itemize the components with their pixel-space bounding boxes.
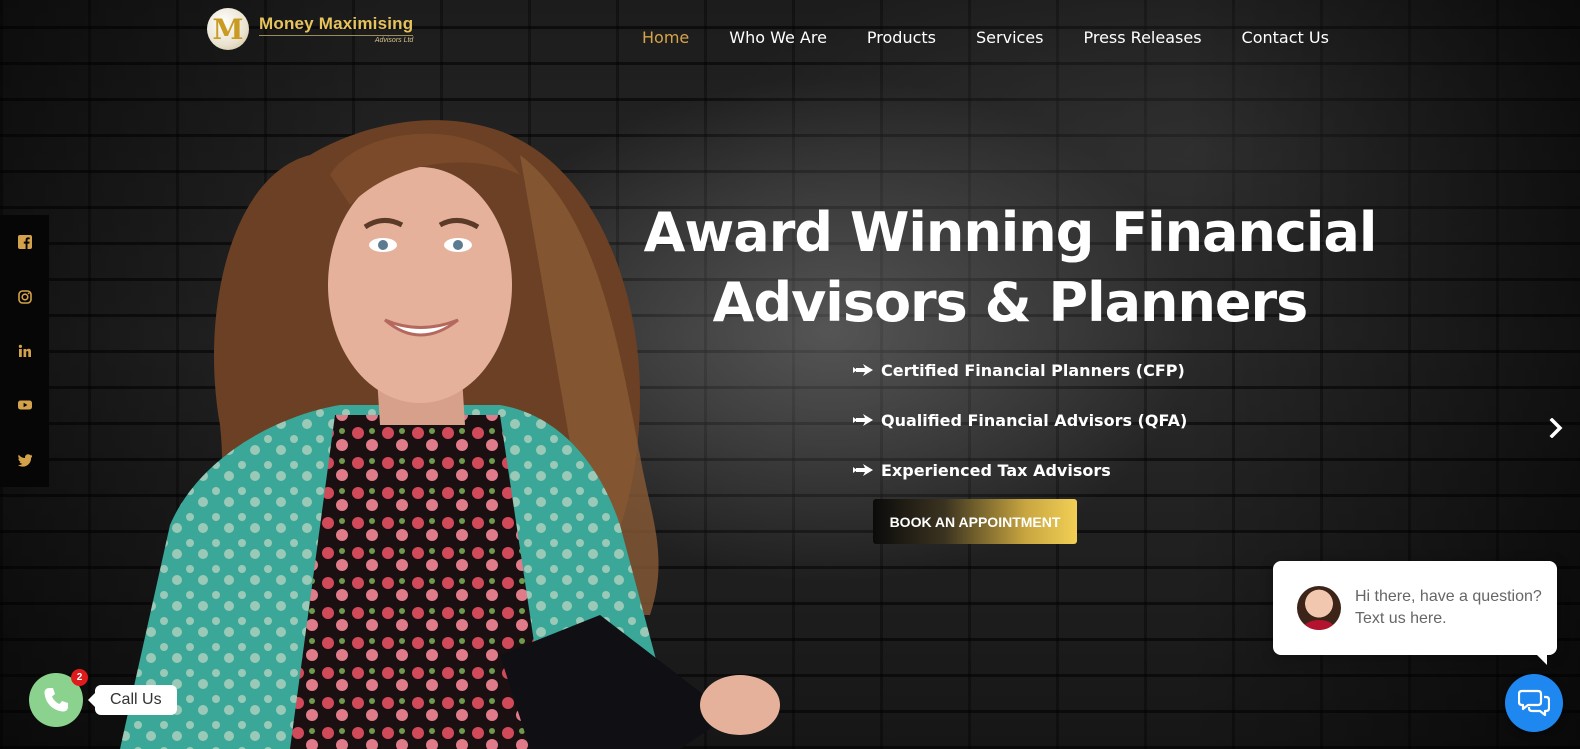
notification-badge: 2: [71, 669, 88, 686]
logo-mark: M: [207, 8, 249, 50]
call-us-label[interactable]: Call Us: [88, 685, 177, 715]
arrow-right-icon: [853, 364, 873, 376]
social-sidebar: [0, 215, 49, 487]
hero-bullet-list: Certified Financial Planners (CFP) Quali…: [853, 345, 1187, 495]
twitter-icon[interactable]: [17, 453, 32, 467]
book-appointment-button[interactable]: BOOK AN APPOINTMENT: [873, 499, 1077, 544]
nav-contact-us[interactable]: Contact Us: [1242, 28, 1329, 47]
logo-name: Money Maximising: [259, 14, 414, 33]
phone-icon: [44, 688, 68, 712]
instagram-icon[interactable]: [17, 289, 32, 304]
list-item: Qualified Financial Advisors (QFA): [853, 395, 1187, 445]
nav-home[interactable]: Home: [642, 28, 689, 47]
youtube-icon[interactable]: [17, 398, 32, 412]
nav-products[interactable]: Products: [867, 28, 936, 47]
chat-button[interactable]: [1505, 674, 1563, 732]
bullet-text: Qualified Financial Advisors (QFA): [881, 410, 1188, 430]
main-nav: Home Who We Are Products Services Press …: [642, 28, 1329, 47]
linkedin-icon[interactable]: [18, 344, 32, 358]
site-logo[interactable]: M Money Maximising Advisors Ltd: [207, 8, 414, 50]
bullet-text: Experienced Tax Advisors: [881, 460, 1111, 480]
nav-services[interactable]: Services: [976, 28, 1043, 47]
facebook-icon[interactable]: [17, 235, 32, 250]
chat-bubbles-icon: [1518, 689, 1550, 717]
list-item: Experienced Tax Advisors: [853, 445, 1187, 495]
avatar: [1297, 586, 1341, 630]
hero-title-line2: Advisors & Planners: [712, 271, 1309, 334]
hero-person-image: [120, 120, 780, 749]
hero-title-line1: Award Winning Financial: [643, 201, 1378, 264]
list-item: Certified Financial Planners (CFP): [853, 345, 1187, 395]
arrow-right-icon: [853, 414, 873, 426]
arrow-right-icon: [853, 464, 873, 476]
chat-message: Hi there, have a question? Text us here.: [1355, 588, 1542, 627]
hero-title: Award Winning Financial Advisors & Plann…: [620, 198, 1400, 338]
nav-press-releases[interactable]: Press Releases: [1083, 28, 1201, 47]
bullet-text: Certified Financial Planners (CFP): [881, 360, 1185, 380]
chat-popup[interactable]: Hi there, have a question? Text us here.: [1273, 561, 1557, 665]
logo-subtitle: Advisors Ltd: [259, 35, 414, 44]
nav-who-we-are[interactable]: Who We Are: [729, 28, 827, 47]
slider-next-arrow-icon[interactable]: [1549, 418, 1563, 438]
